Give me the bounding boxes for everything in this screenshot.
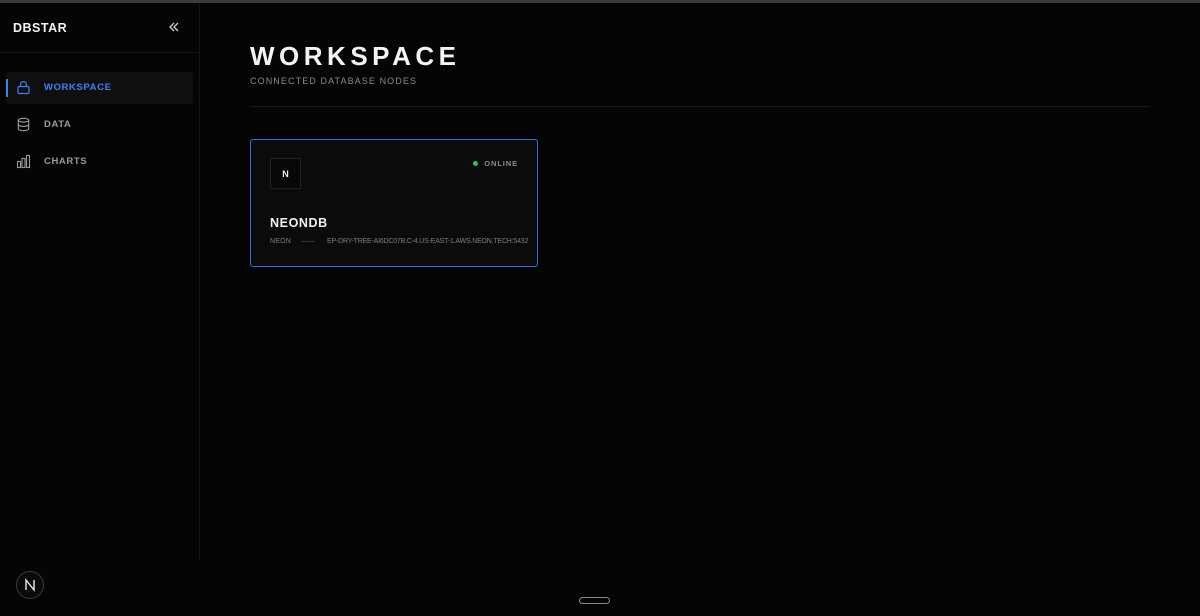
node-meta: NEON EP-DRY-TREE-AI6DC07B.C-4.US-EAST-1.… — [270, 238, 528, 245]
status-dot-icon — [473, 161, 479, 166]
node-name: NEONDB — [270, 216, 328, 230]
node-host: EP-DRY-TREE-AI6DC07B.C-4.US-EAST-1.AWS.N… — [327, 238, 529, 245]
node-provider: NEON — [270, 238, 292, 245]
lock-icon — [16, 80, 31, 95]
sidebar-header: DBSTAR — [0, 3, 199, 53]
database-icon — [16, 117, 31, 132]
app-shell: DBSTAR WORKSPACE DATA CHARTS WORKSPACE C… — [0, 3, 1200, 616]
user-avatar[interactable] — [16, 571, 44, 599]
sidebar-item-charts[interactable]: CHARTS — [6, 146, 193, 178]
status-badge: ONLINE — [473, 159, 518, 168]
bar-chart-icon — [16, 154, 31, 169]
sidebar-item-data[interactable]: DATA — [6, 109, 193, 141]
app-brand: DBSTAR — [13, 21, 68, 35]
page-title: WORKSPACE — [250, 41, 461, 71]
node-logo: N — [270, 158, 301, 189]
meta-separator — [301, 241, 316, 242]
status-text: ONLINE — [484, 159, 518, 168]
scroll-indicator[interactable] — [579, 597, 610, 604]
collapse-sidebar-icon[interactable] — [166, 19, 182, 35]
sidebar-item-label: CHARTS — [44, 156, 88, 167]
sidebar: DBSTAR WORKSPACE DATA CHARTS — [0, 3, 200, 559]
main-content: WORKSPACE CONNECTED DATABASE NODES N ONL… — [200, 3, 1200, 616]
sidebar-item-label: DATA — [44, 119, 72, 130]
database-node-card[interactable]: N ONLINE NEONDB NEON EP-DRY-TREE-AI6DC07… — [250, 139, 538, 267]
sidebar-nav: WORKSPACE DATA CHARTS — [0, 72, 199, 183]
page-subtitle: CONNECTED DATABASE NODES — [250, 76, 418, 86]
header-divider — [250, 106, 1150, 107]
sidebar-item-workspace[interactable]: WORKSPACE — [6, 72, 193, 104]
sidebar-item-label: WORKSPACE — [44, 82, 112, 93]
avatar-letter-icon — [25, 578, 35, 592]
